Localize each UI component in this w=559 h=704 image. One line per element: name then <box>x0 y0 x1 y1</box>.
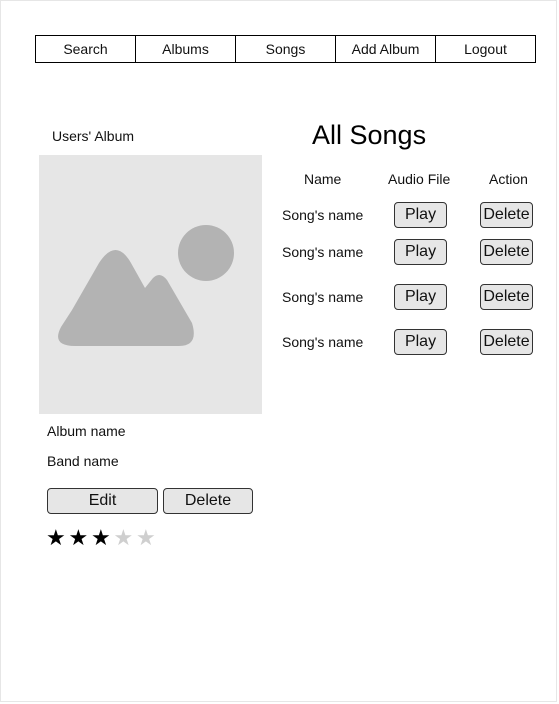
delete-song-button[interactable]: Delete <box>480 329 533 355</box>
nav-search[interactable]: Search <box>36 36 136 62</box>
song-row: Song's name Play Delete <box>0 202 559 228</box>
song-row: Song's name Play Delete <box>0 284 559 310</box>
delete-song-button[interactable]: Delete <box>480 202 533 228</box>
songs-title: All Songs <box>312 120 427 150</box>
song-name: Song's name <box>282 207 364 223</box>
delete-song-button[interactable]: Delete <box>480 239 533 265</box>
nav-add-album[interactable]: Add Album <box>336 36 436 62</box>
star-icon[interactable]: ★ <box>69 527 92 549</box>
column-header-name: Name <box>304 171 342 187</box>
star-icon[interactable]: ★ <box>91 527 114 549</box>
album-rating[interactable]: ★ ★ ★ ★ ★ <box>46 527 159 549</box>
band-name: Band name <box>47 453 119 469</box>
song-row: Song's name Play Delete <box>0 239 559 265</box>
nav-logout[interactable]: Logout <box>436 36 535 62</box>
song-name: Song's name <box>282 334 364 350</box>
column-header-action: Action <box>489 171 528 187</box>
edit-album-button[interactable]: Edit <box>47 488 158 514</box>
play-button[interactable]: Play <box>394 329 447 355</box>
album-heading: Users' Album <box>52 128 135 144</box>
star-icon[interactable]: ★ <box>136 527 159 549</box>
song-name: Song's name <box>282 289 364 305</box>
play-button[interactable]: Play <box>394 202 447 228</box>
song-row: Song's name Play Delete <box>0 329 559 355</box>
nav-albums[interactable]: Albums <box>136 36 236 62</box>
delete-song-button[interactable]: Delete <box>480 284 533 310</box>
star-icon[interactable]: ★ <box>46 527 69 549</box>
top-nav: Search Albums Songs Add Album Logout <box>35 35 536 63</box>
star-icon[interactable]: ★ <box>114 527 137 549</box>
play-button[interactable]: Play <box>394 239 447 265</box>
play-button[interactable]: Play <box>394 284 447 310</box>
nav-songs[interactable]: Songs <box>236 36 336 62</box>
column-header-audio-file: Audio File <box>388 171 451 187</box>
song-name: Song's name <box>282 244 364 260</box>
delete-album-button[interactable]: Delete <box>163 488 253 514</box>
album-name: Album name <box>47 423 126 439</box>
